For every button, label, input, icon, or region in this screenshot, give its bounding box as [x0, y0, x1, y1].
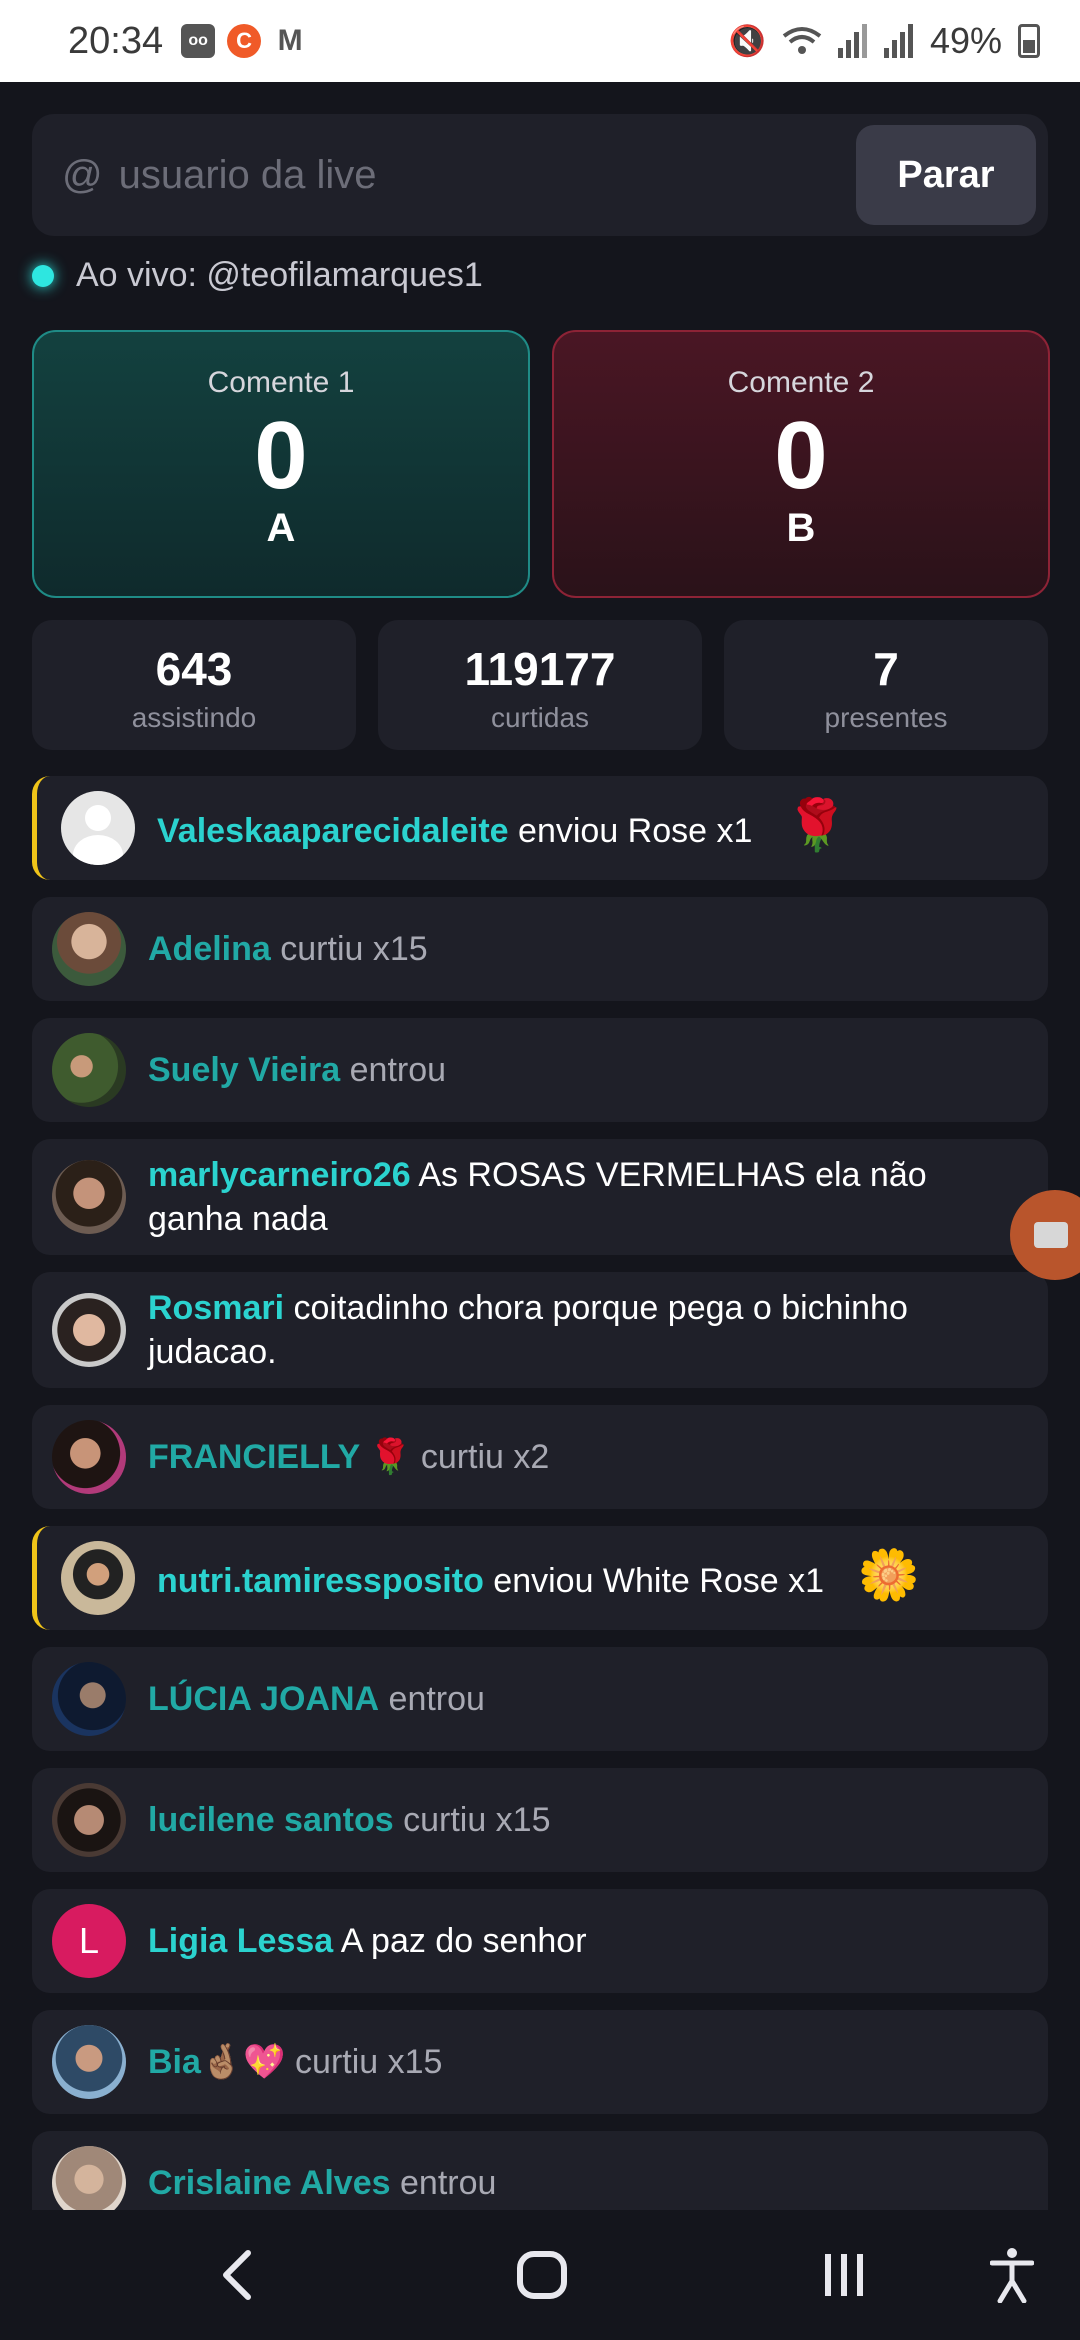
stat-value: 7	[873, 643, 899, 695]
vote-count: 0	[774, 402, 828, 509]
home-button[interactable]	[482, 2210, 602, 2340]
avatar	[52, 912, 126, 986]
live-indicator: Ao vivo: @teofilamarques1	[32, 256, 483, 295]
feed-item-gift: Valeskaaparecidaleite enviou Rose x1 🌹	[32, 776, 1048, 880]
feed-text: curtiu x2	[420, 1438, 550, 1476]
feed-username: Valeskaaparecidaleite	[157, 812, 509, 850]
status-time: 20:34	[68, 19, 164, 62]
avatar	[61, 1541, 135, 1615]
back-button[interactable]	[178, 2210, 298, 2340]
vote-label: Comente 1	[207, 366, 355, 399]
feed-text: A paz do senhor	[340, 1922, 587, 1960]
back-chevron-icon	[223, 2250, 251, 2300]
live-user-search-bar: @ Parar	[32, 114, 1048, 236]
feed-item-comment: Rosmari coitadinho chora porque pega o b…	[32, 1272, 1048, 1388]
vote-label: Comente 2	[727, 366, 875, 399]
wifi-icon	[782, 27, 822, 54]
feed-username: Suely Vieira	[148, 1051, 341, 1089]
avatar	[61, 791, 135, 865]
white-rose-icon: 🌼	[857, 1547, 920, 1603]
avatar	[52, 1420, 126, 1494]
status-bar: 20:34 oo C M 🔇 49%	[0, 0, 1080, 82]
home-icon	[517, 2251, 567, 2299]
live-user-input[interactable]	[118, 152, 856, 198]
video-camera-icon	[1034, 1222, 1068, 1248]
feed-item-join: LÚCIA JOANA entrou	[32, 1647, 1048, 1751]
avatar: L	[52, 1904, 126, 1978]
feed-username: Rosmari	[148, 1289, 285, 1327]
feed-text: curtiu x15	[295, 2043, 443, 2081]
vote-count: 0	[254, 402, 308, 509]
stat-label: curtidas	[490, 702, 590, 733]
feed-text: entrou	[400, 2164, 497, 2202]
at-sign-icon: @	[62, 152, 103, 197]
avatar	[52, 1662, 126, 1736]
gmail-icon: M	[277, 24, 303, 57]
feed-text: enviou White Rose x1	[493, 1562, 825, 1600]
mute-icon: 🔇	[728, 24, 766, 58]
recents-button[interactable]	[784, 2210, 904, 2340]
feed-item-like: lucilene santos curtiu x15	[32, 1768, 1048, 1872]
feed-item-join: Suely Vieira entrou	[32, 1018, 1048, 1122]
feed-text: entrou	[349, 1051, 447, 1089]
vote-letter: B	[786, 506, 816, 550]
feed-text: enviou Rose x1	[518, 812, 753, 850]
feed-username: nutri.tamiressposito	[157, 1562, 484, 1600]
live-dot-icon	[32, 264, 54, 287]
avatar	[52, 1293, 126, 1367]
recents-icon	[825, 2254, 863, 2296]
feed-item-comment: marlycarneiro26 As ROSAS VERMELHAS ela n…	[32, 1139, 1048, 1255]
signal-icon	[837, 24, 867, 58]
system-nav-bar	[0, 2210, 1080, 2340]
rose-icon: 🌹	[785, 797, 849, 853]
vote-card-b: Comente 2 0 B	[552, 330, 1050, 598]
stat-likes: 119177 curtidas	[378, 620, 702, 750]
signal-icon-2	[883, 24, 913, 58]
accessibility-icon	[990, 2248, 1034, 2303]
live-status-text: Ao vivo: @teofilamarques1	[76, 256, 483, 294]
voicemail-icon: oo	[181, 24, 216, 58]
feed-item-like: Adelina curtiu x15	[32, 897, 1048, 1001]
feed-username: marlycarneiro26	[148, 1156, 411, 1194]
feed-username: Ligia Lessa	[148, 1922, 334, 1960]
feed-text: curtiu x15	[280, 930, 428, 968]
feed-username: Crislaine Alves	[148, 2164, 391, 2202]
feed-item-join: Crislaine Alves entrou	[32, 2131, 1048, 2210]
stat-label: assistindo	[131, 702, 257, 733]
avatar	[52, 2146, 126, 2210]
event-feed[interactable]: Valeskaaparecidaleite enviou Rose x1 🌹 A…	[32, 776, 1048, 2210]
battery-icon	[1018, 24, 1040, 58]
battery-percent: 49%	[929, 20, 1002, 61]
stat-gifts: 7 presentes	[724, 620, 1048, 750]
avatar	[52, 1160, 126, 1234]
feed-username: Adelina	[148, 930, 271, 968]
stat-viewers: 643 assistindo	[32, 620, 356, 750]
feed-item-comment: L Ligia Lessa A paz do senhor	[32, 1889, 1048, 1993]
avatar	[52, 1783, 126, 1857]
feed-username: Bia🤞🏽💖	[148, 2043, 286, 2081]
stat-value: 643	[155, 643, 233, 695]
avatar	[52, 2025, 126, 2099]
feed-item-gift: nutri.tamiressposito enviou White Rose x…	[32, 1526, 1048, 1630]
feed-username: LÚCIA JOANA	[148, 1680, 380, 1718]
feed-text: entrou	[388, 1680, 485, 1718]
feed-username: lucilene santos	[148, 1801, 394, 1839]
stop-button[interactable]: Parar	[856, 125, 1036, 225]
app-notification-icon: C	[227, 24, 262, 58]
feed-item-like: Bia🤞🏽💖 curtiu x15	[32, 2010, 1048, 2114]
stat-value: 119177	[464, 643, 616, 695]
feed-text: curtiu x15	[403, 1801, 551, 1839]
vote-card-a: Comente 1 0 A	[32, 330, 530, 598]
avatar	[52, 1033, 126, 1107]
vote-letter: A	[266, 506, 296, 550]
feed-username: FRANCIELLY 🌹	[148, 1438, 412, 1476]
stat-label: presentes	[824, 702, 948, 733]
feed-item-like: FRANCIELLY 🌹 curtiu x2	[32, 1405, 1048, 1509]
accessibility-button[interactable]	[952, 2210, 1072, 2340]
